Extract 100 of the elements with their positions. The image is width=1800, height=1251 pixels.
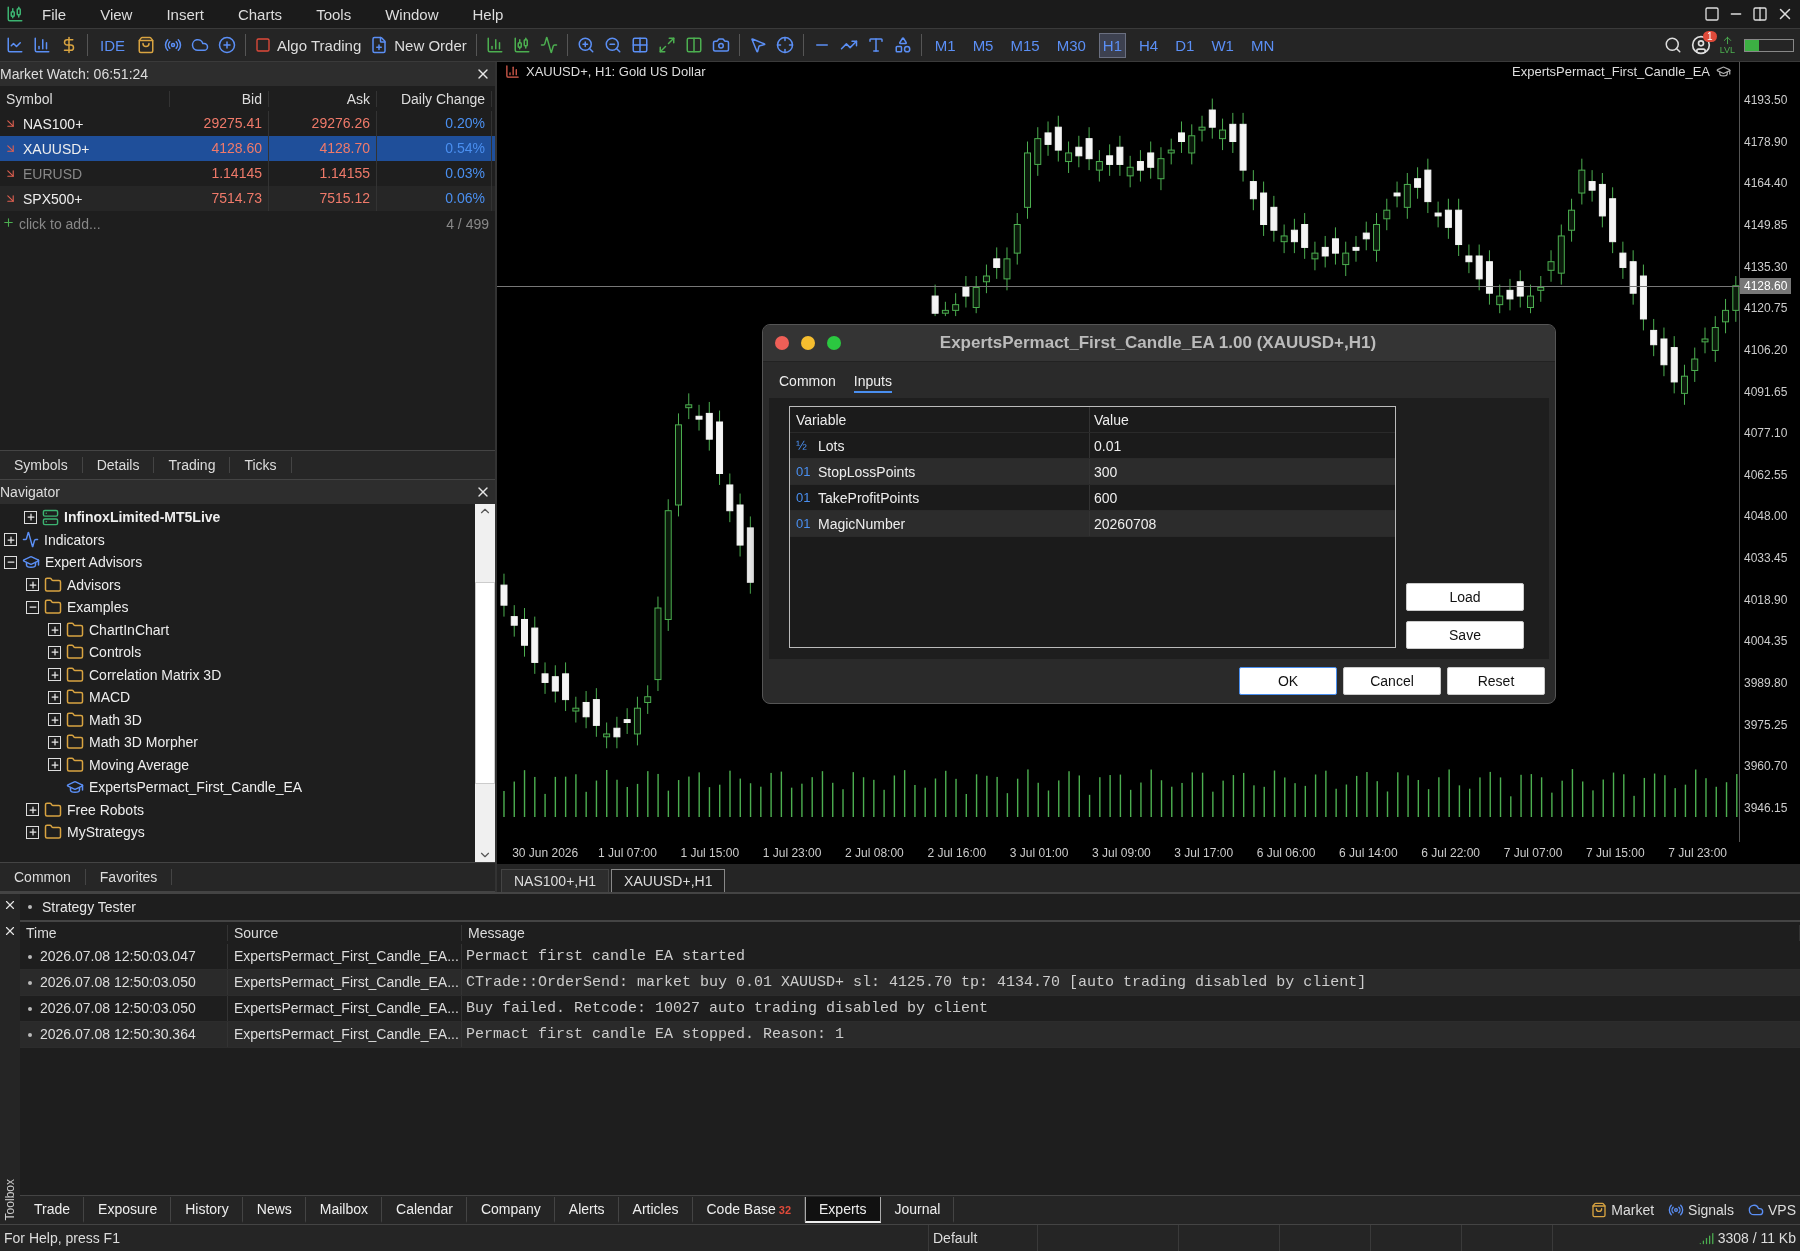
- timeframe-button[interactable]: M1: [930, 32, 960, 58]
- side-button[interactable]: Save: [1406, 621, 1524, 649]
- column-header[interactable]: Time: [20, 925, 228, 941]
- tree-item[interactable]: Indicators: [44, 531, 105, 548]
- side-button[interactable]: Load: [1406, 583, 1524, 611]
- time-label: 30 Jun 2026: [512, 846, 579, 860]
- chart-tab[interactable]: XAUUSD+,H1: [611, 869, 726, 892]
- tree-item[interactable]: Controls: [89, 644, 142, 661]
- tree-item[interactable]: ExpertsPermact_First_Candle_EA: [89, 779, 303, 796]
- timeframe-button[interactable]: M15: [1006, 32, 1044, 58]
- panel-tab[interactable]: Ticks: [230, 457, 292, 473]
- bid-cell: 7514.73: [170, 186, 269, 211]
- menu-item[interactable]: Insert: [150, 5, 220, 23]
- dialog-button[interactable]: OK: [1239, 667, 1337, 695]
- menu-item[interactable]: Window: [369, 5, 455, 23]
- dialog-button[interactable]: Reset: [1447, 667, 1545, 695]
- ide-button[interactable]: IDE: [97, 33, 128, 57]
- timeframe-button[interactable]: W1: [1207, 32, 1238, 58]
- value-cell[interactable]: 300: [1090, 463, 1395, 480]
- chart-title: XAUUSD+, H1: Gold US Dollar: [526, 64, 706, 79]
- variable-name: StopLossPoints: [818, 463, 916, 480]
- tree-item[interactable]: Correlation Matrix 3D: [89, 666, 222, 683]
- dialog-tab[interactable]: Common: [779, 373, 836, 393]
- dialog-tab[interactable]: Inputs: [853, 373, 892, 393]
- symbol-cell: EURUSD: [0, 165, 170, 182]
- price-label: 4106.20: [1744, 342, 1788, 357]
- help-text: For Help, press F1: [3, 1230, 121, 1246]
- column-header[interactable]: Message: [462, 925, 1800, 941]
- algo-trading-button[interactable]: Algo Trading: [255, 36, 362, 54]
- time-label: 1 Jul 07:00: [598, 846, 657, 860]
- toolbox-link[interactable]: VPS: [1748, 1202, 1796, 1218]
- tree-item[interactable]: Advisors: [67, 576, 121, 593]
- symbol-cell: NAS100+: [0, 115, 170, 132]
- symbol-cell: XAUUSD+: [0, 140, 170, 157]
- column-header[interactable]: Bid: [170, 90, 269, 107]
- toolbox-link[interactable]: Signals: [1668, 1202, 1734, 1218]
- price-label: 4018.90: [1744, 592, 1788, 607]
- price-label: 4149.85: [1744, 217, 1788, 232]
- time-label: 6 Jul 14:00: [1339, 846, 1398, 860]
- tree-item[interactable]: Free Robots: [67, 801, 145, 818]
- panel-title: Navigator: [0, 484, 60, 500]
- expert-name: ExpertsPermact_First_Candle_EA: [1512, 64, 1710, 79]
- menu-item[interactable]: Charts: [221, 5, 299, 23]
- panel-tab[interactable]: Favorites: [85, 869, 173, 885]
- toolbox-tab[interactable]: Experts: [805, 1197, 881, 1223]
- price-label: 3960.70: [1744, 759, 1788, 774]
- timeframe-button[interactable]: M30: [1052, 32, 1090, 58]
- time-label: 1 Jul 15:00: [680, 846, 740, 860]
- message-cell-text: Buy failed. Retcode: 10027 auto trading disabled by client: [465, 1000, 990, 1017]
- timeframe-button[interactable]: H4: [1135, 32, 1163, 58]
- tree-item[interactable]: Expert Advisors: [45, 554, 143, 571]
- column-header[interactable]: Source: [228, 925, 462, 941]
- panel-tab[interactable]: Details: [82, 457, 155, 473]
- tree-item[interactable]: Math 3D: [89, 711, 142, 728]
- add-symbol-link[interactable]: click to add...: [2, 215, 101, 232]
- timeframe-button[interactable]: MN: [1246, 32, 1279, 58]
- tree-item[interactable]: ChartInChart: [89, 621, 170, 638]
- menu-item[interactable]: File: [26, 5, 83, 23]
- type-mark: 01: [796, 464, 810, 479]
- tree-item[interactable]: Examples: [67, 599, 129, 616]
- value-cell[interactable]: 600: [1090, 489, 1395, 506]
- tree-item[interactable]: MACD: [89, 689, 131, 706]
- menu-item[interactable]: Tools: [300, 5, 368, 23]
- toolbox-link[interactable]: Market: [1591, 1202, 1655, 1218]
- new-order-button[interactable]: New Order: [370, 36, 467, 54]
- profile-label: Default: [932, 1230, 979, 1246]
- menu-item[interactable]: View: [84, 5, 149, 23]
- tree-item[interactable]: MyStrategys: [67, 824, 145, 841]
- price-label: 4048.00: [1744, 509, 1788, 524]
- symbol-row[interactable]: SPX500+ 7514.73 7515.12 0.06%: [0, 186, 495, 211]
- menu-item[interactable]: Help: [456, 5, 520, 23]
- column-header[interactable]: Ask: [269, 90, 377, 107]
- price-label: 4033.45: [1744, 551, 1788, 566]
- source-cell: ExpertsPermact_First_Candle_EA...: [228, 944, 462, 969]
- price-label: 3975.25: [1744, 717, 1788, 732]
- tree-item[interactable]: InfinoxLimited-MT5Live: [64, 509, 221, 526]
- timeframe-button[interactable]: D1: [1171, 32, 1199, 58]
- time-label: 6 Jul 06:00: [1256, 846, 1316, 860]
- message-cell-text: Permact first candle EA started: [465, 948, 747, 965]
- value-cell[interactable]: 20260708: [1090, 515, 1395, 532]
- dialog-button[interactable]: Cancel: [1343, 667, 1441, 695]
- timeframe-button[interactable]: M5: [968, 32, 998, 58]
- value-cell[interactable]: 0.01: [1090, 437, 1395, 454]
- symbol-row[interactable]: XAUUSD+ 4128.60 4128.70 0.54%: [0, 136, 495, 161]
- tree-item[interactable]: Moving Average: [89, 756, 190, 773]
- chart-tab[interactable]: NAS100+,H1: [501, 869, 610, 892]
- panel-tab[interactable]: Symbols: [0, 457, 83, 473]
- column-header[interactable]: Daily Change: [377, 90, 492, 107]
- column-header[interactable]: Symbol: [0, 90, 170, 107]
- time-label: 7 Jul 23:00: [1668, 846, 1727, 860]
- price-label: 4178.90: [1744, 134, 1788, 149]
- notification-badge: 1: [1703, 31, 1717, 42]
- tree-item[interactable]: Math 3D Morpher: [89, 734, 198, 751]
- level-label: LVL: [1719, 46, 1735, 55]
- panel-tab[interactable]: Trading: [154, 457, 231, 473]
- column-header: Value: [1093, 411, 1130, 428]
- ask-cell: 7515.12: [269, 186, 377, 211]
- price-label: 4135.30: [1744, 259, 1788, 274]
- panel-tab[interactable]: Common: [0, 869, 86, 885]
- symbol-count: 4 / 499: [446, 215, 489, 232]
